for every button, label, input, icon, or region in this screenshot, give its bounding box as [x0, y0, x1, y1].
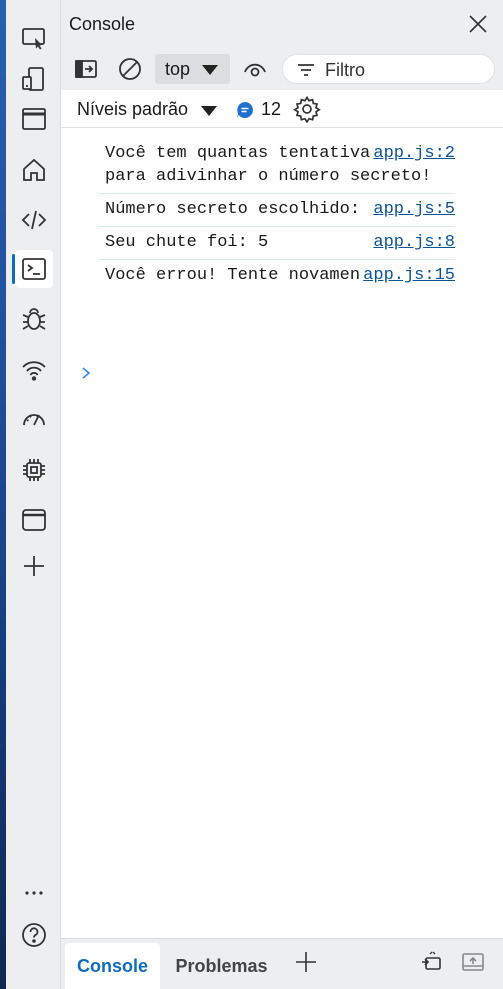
chevron-down-icon: [202, 65, 218, 75]
add-tool-icon[interactable]: [15, 547, 53, 585]
context-selector[interactable]: top: [155, 54, 230, 84]
filter-input[interactable]: Filtro: [282, 54, 495, 84]
expand-drawer-icon[interactable]: [459, 948, 487, 976]
console-message: app.js:15 Você errou! Tente novamente.: [99, 260, 455, 292]
source-link[interactable]: app.js:15: [361, 264, 455, 287]
message-count: 12: [261, 99, 282, 119]
devtools-panel: Console top Filtro Níveis padrão 12 app.…: [61, 0, 503, 989]
console-toolbar: top Filtro: [61, 48, 503, 90]
context-value: top: [165, 58, 191, 79]
device-emulation-icon[interactable]: [15, 19, 53, 57]
home-icon[interactable]: [15, 151, 53, 189]
console-message: app.js:5 Número secreto escolhido: 2: [99, 194, 455, 227]
memory-icon[interactable]: [15, 451, 53, 489]
help-icon[interactable]: [15, 916, 53, 954]
activity-bar: [6, 0, 61, 989]
source-link[interactable]: app.js:5: [371, 198, 455, 221]
dock-side-icon[interactable]: [417, 948, 445, 976]
console-output: app.js:2 Você tem quantas tentativas qui…: [61, 138, 503, 379]
console-message: app.js:2 Você tem quantas tentativas qui…: [99, 138, 455, 194]
message-bubble-icon[interactable]: [236, 101, 254, 119]
panel-titlebar: Console: [61, 0, 503, 48]
more-tools-icon[interactable]: [15, 874, 53, 912]
elements-icon[interactable]: [15, 201, 53, 239]
source-link[interactable]: app.js:8: [371, 231, 455, 254]
source-link[interactable]: app.js:2: [371, 142, 455, 165]
filter-placeholder: Filtro: [325, 60, 365, 80]
console-prompt-chevron-icon[interactable]: [79, 366, 93, 380]
application-icon[interactable]: [15, 501, 53, 539]
add-tab-icon[interactable]: [292, 948, 320, 976]
gear-icon[interactable]: [293, 95, 321, 124]
close-icon[interactable]: [467, 13, 489, 35]
tab-console[interactable]: Console: [65, 943, 160, 989]
issues-icon[interactable]: [15, 300, 53, 338]
clear-console-icon[interactable]: [116, 56, 144, 82]
panel-title: Console: [69, 14, 136, 34]
network-icon[interactable]: [15, 351, 53, 389]
welcome-icon[interactable]: [15, 100, 53, 138]
tab-problemas[interactable]: Problemas: [169, 943, 274, 989]
show-sidebar-icon[interactable]: [72, 56, 100, 82]
responsive-device-icon[interactable]: [15, 60, 53, 98]
chevron-down-icon[interactable]: [201, 106, 217, 116]
console-message: app.js:8 Seu chute foi: 5: [99, 227, 455, 260]
filter-icon: [297, 62, 315, 78]
console-icon[interactable]: [15, 250, 53, 288]
live-expression-eye-icon[interactable]: [241, 56, 269, 82]
levels-toolbar: Níveis padrão 12: [61, 90, 503, 128]
performance-icon[interactable]: [15, 400, 53, 438]
drawer-tab-bar: Console Problemas: [61, 938, 503, 989]
log-levels-dropdown[interactable]: Níveis padrão: [77, 99, 188, 120]
